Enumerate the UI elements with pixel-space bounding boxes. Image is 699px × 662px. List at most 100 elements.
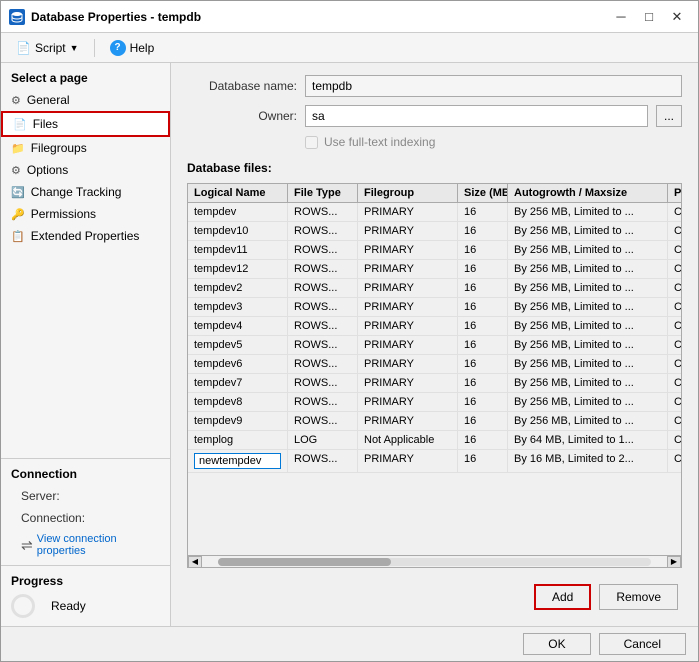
table-row[interactable]: tempdev4ROWS...PRIMARY16By 256 MB, Limit… bbox=[188, 317, 681, 336]
database-properties-window: Database Properties - tempdb ─ □ ✕ 📄 Scr… bbox=[0, 0, 699, 662]
col-header-type: File Type bbox=[288, 184, 358, 202]
help-button[interactable]: ? Help bbox=[103, 37, 162, 59]
table-row[interactable]: tempdev11ROWS...PRIMARY16By 256 MB, Limi… bbox=[188, 241, 681, 260]
window-title: Database Properties - tempdb bbox=[31, 10, 201, 24]
cell-path: C:\ bbox=[668, 336, 681, 354]
table-header: Logical Name File Type Filegroup Size (M… bbox=[188, 184, 681, 203]
cell-auto: By 256 MB, Limited to ... bbox=[508, 260, 668, 278]
cell-size: 16 bbox=[458, 203, 508, 221]
sidebar-item-filegroups[interactable]: 📁 Filegroups bbox=[1, 137, 170, 159]
close-button[interactable]: ✕ bbox=[664, 7, 690, 27]
progress-status: Ready bbox=[51, 599, 86, 613]
sidebar-item-change-tracking[interactable]: 🔄 Change Tracking bbox=[1, 181, 170, 203]
window-footer: OK Cancel bbox=[1, 626, 698, 661]
owner-row: Owner: ... bbox=[187, 105, 682, 127]
cell-type: ROWS... bbox=[288, 317, 358, 335]
table-row[interactable]: tempdev9ROWS...PRIMARY16By 256 MB, Limit… bbox=[188, 412, 681, 431]
cell-filegroup: PRIMARY bbox=[358, 412, 458, 430]
owner-browse-button[interactable]: ... bbox=[656, 105, 682, 127]
cell-path: C:\ bbox=[668, 450, 681, 472]
sidebar-item-options[interactable]: ⚙ Options bbox=[1, 159, 170, 181]
col-header-filegroup: Filegroup bbox=[358, 184, 458, 202]
cell-size: 16 bbox=[458, 450, 508, 472]
sidebar-item-extended-properties[interactable]: 📋 Extended Properties bbox=[1, 225, 170, 247]
cell-path: C:\ bbox=[668, 260, 681, 278]
cell-auto: By 16 MB, Limited to 2... bbox=[508, 450, 668, 472]
cell-size: 16 bbox=[458, 412, 508, 430]
filegroups-icon: 📁 bbox=[11, 142, 25, 155]
scroll-left-arrow[interactable]: ◀ bbox=[188, 556, 202, 568]
cell-type: ROWS... bbox=[288, 222, 358, 240]
col-header-auto: Autogrowth / Maxsize bbox=[508, 184, 668, 202]
table-row[interactable]: tempdev3ROWS...PRIMARY16By 256 MB, Limit… bbox=[188, 298, 681, 317]
cell-name: tempdev bbox=[188, 203, 288, 221]
ok-button[interactable]: OK bbox=[523, 633, 590, 655]
owner-input[interactable] bbox=[305, 105, 648, 127]
minimize-button[interactable]: ─ bbox=[608, 7, 634, 27]
cell-name: tempdev10 bbox=[188, 222, 288, 240]
toolbar-separator bbox=[94, 39, 95, 57]
table-row[interactable]: ROWS...PRIMARY16By 16 MB, Limited to 2..… bbox=[188, 450, 681, 473]
cell-auto: By 256 MB, Limited to ... bbox=[508, 241, 668, 259]
cell-auto: By 256 MB, Limited to ... bbox=[508, 298, 668, 316]
table-row[interactable]: templogLOGNot Applicable16By 64 MB, Limi… bbox=[188, 431, 681, 450]
progress-header: Progress bbox=[11, 574, 160, 594]
db-name-row: Database name: bbox=[187, 75, 682, 97]
table-row[interactable]: tempdevROWS...PRIMARY16By 256 MB, Limite… bbox=[188, 203, 681, 222]
cell-filegroup: PRIMARY bbox=[358, 203, 458, 221]
cell-name: tempdev12 bbox=[188, 260, 288, 278]
table-row[interactable]: tempdev7ROWS...PRIMARY16By 256 MB, Limit… bbox=[188, 374, 681, 393]
cell-type: ROWS... bbox=[288, 241, 358, 259]
scroll-right-arrow[interactable]: ▶ bbox=[667, 556, 681, 568]
sidebar-item-permissions[interactable]: 🔑 Permissions bbox=[1, 203, 170, 225]
cell-size: 16 bbox=[458, 317, 508, 335]
view-connection-link[interactable]: ⇌ View connection properties bbox=[11, 529, 160, 561]
cell-auto: By 64 MB, Limited to 1... bbox=[508, 431, 668, 449]
maximize-button[interactable]: □ bbox=[636, 7, 662, 27]
cell-size: 16 bbox=[458, 336, 508, 354]
table-row[interactable]: tempdev12ROWS...PRIMARY16By 256 MB, Limi… bbox=[188, 260, 681, 279]
table-row[interactable]: tempdev8ROWS...PRIMARY16By 256 MB, Limit… bbox=[188, 393, 681, 412]
cell-auto: By 256 MB, Limited to ... bbox=[508, 317, 668, 335]
remove-button[interactable]: Remove bbox=[599, 584, 678, 610]
cell-filegroup: PRIMARY bbox=[358, 260, 458, 278]
cell-type: ROWS... bbox=[288, 412, 358, 430]
files-icon: 📄 bbox=[13, 118, 27, 131]
cell-auto: By 256 MB, Limited to ... bbox=[508, 374, 668, 392]
cell-name[interactable] bbox=[188, 450, 288, 472]
cell-type: ROWS... bbox=[288, 260, 358, 278]
cell-name: tempdev7 bbox=[188, 374, 288, 392]
cell-type: ROWS... bbox=[288, 355, 358, 373]
cell-type: ROWS... bbox=[288, 298, 358, 316]
cell-auto: By 256 MB, Limited to ... bbox=[508, 412, 668, 430]
title-bar: Database Properties - tempdb ─ □ ✕ bbox=[1, 1, 698, 33]
script-dropdown-icon: ▼ bbox=[70, 43, 79, 53]
add-button[interactable]: Add bbox=[534, 584, 591, 610]
cell-size: 16 bbox=[458, 374, 508, 392]
cell-path: C:\ bbox=[668, 222, 681, 240]
cell-path: C:\ bbox=[668, 317, 681, 335]
new-row-name-input[interactable] bbox=[194, 453, 281, 469]
progress-status-row: Ready bbox=[11, 594, 160, 618]
cell-name: tempdev11 bbox=[188, 241, 288, 259]
table-row[interactable]: tempdev6ROWS...PRIMARY16By 256 MB, Limit… bbox=[188, 355, 681, 374]
db-name-input[interactable] bbox=[305, 75, 682, 97]
cell-name: tempdev3 bbox=[188, 298, 288, 316]
table-row[interactable]: tempdev2ROWS...PRIMARY16By 256 MB, Limit… bbox=[188, 279, 681, 298]
cell-filegroup: PRIMARY bbox=[358, 298, 458, 316]
sidebar-item-files[interactable]: 📄 Files bbox=[1, 111, 170, 137]
scrollbar-thumb[interactable] bbox=[218, 558, 391, 566]
connection-link-icon: ⇌ bbox=[21, 537, 33, 554]
table-row[interactable]: tempdev5ROWS...PRIMARY16By 256 MB, Limit… bbox=[188, 336, 681, 355]
cancel-button[interactable]: Cancel bbox=[599, 633, 686, 655]
scrollbar-track[interactable] bbox=[218, 558, 651, 566]
cell-size: 16 bbox=[458, 260, 508, 278]
cell-path: C:\ bbox=[668, 374, 681, 392]
sidebar-item-general[interactable]: ⚙ General bbox=[1, 89, 170, 111]
cell-auto: By 256 MB, Limited to ... bbox=[508, 355, 668, 373]
cell-filegroup: Not Applicable bbox=[358, 431, 458, 449]
horizontal-scrollbar[interactable]: ◀ ▶ bbox=[188, 555, 681, 567]
table-row[interactable]: tempdev10ROWS...PRIMARY16By 256 MB, Limi… bbox=[188, 222, 681, 241]
script-button[interactable]: 📄 Script ▼ bbox=[9, 38, 86, 58]
cell-filegroup: PRIMARY bbox=[358, 222, 458, 240]
